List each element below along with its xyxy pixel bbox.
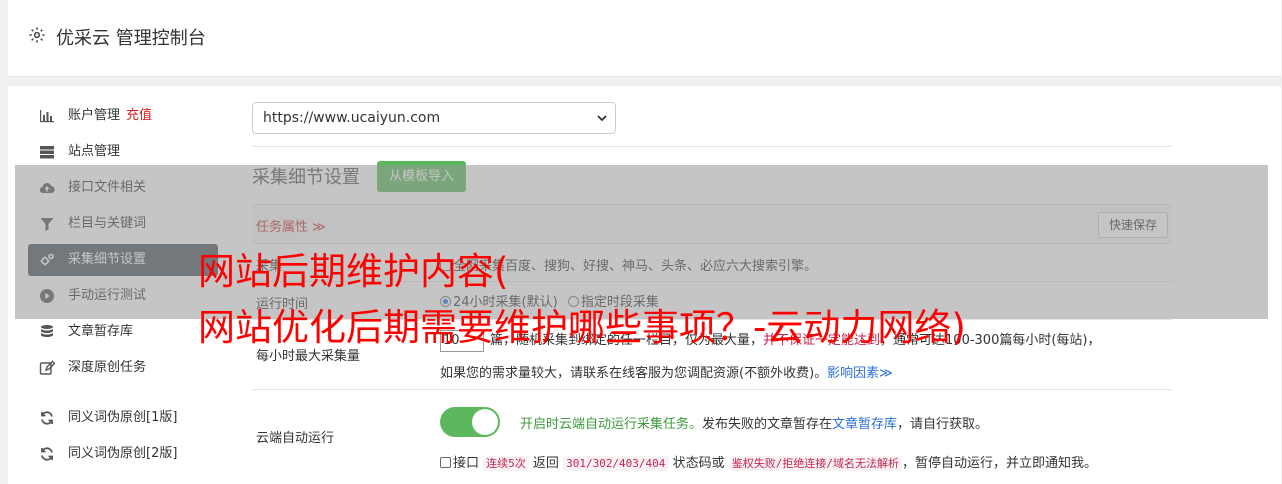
sidebar-item-label: 采集细节设置 <box>68 252 147 267</box>
database-icon <box>41 325 53 337</box>
sidebar-item-label: 账户管理 <box>68 108 121 123</box>
sidebar-item-synonym-v2[interactable]: 同义词伪原创[2版] <box>28 438 218 470</box>
sidebar-item-manual-test[interactable]: 手动运行测试 <box>28 280 218 312</box>
task-properties-toggle[interactable]: 任务属性 ≫ <box>256 216 326 235</box>
sidebar-item-collect-settings[interactable]: 采集细节设置 <box>28 244 218 276</box>
sidebar-item-synonym-v1[interactable]: 同义词伪原创[1版] <box>28 402 218 434</box>
sidebar-item-interface-files[interactable]: 接口文件相关 <box>28 172 218 204</box>
sidebar-item-label: 手动运行测试 <box>68 288 147 303</box>
recharge-link[interactable]: 充值 <box>126 108 152 123</box>
sidebar-item-label: 同义词伪原创[1版] <box>68 410 178 425</box>
row-label: 云端自动运行 <box>256 431 335 446</box>
sidebar-item-label: 文章暂存库 <box>68 324 134 339</box>
gear-icon <box>29 27 45 43</box>
chevron-down-icon: ≫ <box>879 366 893 381</box>
chevron-down-icon <box>597 115 607 122</box>
sidebar-item-sites[interactable]: 站点管理 <box>28 136 218 168</box>
sidebar: 账户管理 充值 站点管理 接口文件相关 栏目与关键词 采集细节设置 手动运行测试… <box>28 100 218 474</box>
cloud-upload-icon <box>39 183 55 194</box>
section-title: 采集细节设置 <box>252 167 360 188</box>
sidebar-item-article-storage[interactable]: 文章暂存库 <box>28 316 218 348</box>
filter-icon <box>40 218 54 231</box>
sidebar-item-label: 深度原创任务 <box>68 360 147 375</box>
import-template-button[interactable]: 从模板导入 <box>377 161 467 192</box>
row-cloud-auto-run: 云端自动运行 开启时云端自动运行采集任务。发布失败的文章暂存在文章暂存库，请自行… <box>252 389 1172 484</box>
play-icon <box>40 289 54 303</box>
influence-factors-link[interactable]: 影响因素 <box>827 366 879 381</box>
row-value: 开启时云端自动运行采集任务。发布失败的文章暂存在文章暂存库，请自行获取。 <box>520 417 989 432</box>
cogs-icon <box>40 253 54 266</box>
refresh-icon <box>41 411 53 425</box>
row-value-line2: 如果您的需求量较大，请联系在线客服为您调配资源(不额外收费)。影响因素≫ <box>440 366 893 381</box>
site-url-select[interactable]: https://www.ucaiyun.com <box>252 102 616 134</box>
sidebar-separator <box>28 388 218 402</box>
sidebar-item-label: 栏目与关键词 <box>68 216 147 231</box>
app-header: 优采云 管理控制台 <box>8 0 1281 77</box>
bar-chart-icon <box>40 110 54 123</box>
row-value-line2: 接口 连续5次 返回 301/302/403/404 状态码或 鉴权失败/拒绝连… <box>440 452 1097 471</box>
edit-icon <box>39 360 55 375</box>
sidebar-item-deep-original[interactable]: 深度原创任务 <box>28 352 218 384</box>
sidebar-item-columns-keywords[interactable]: 栏目与关键词 <box>28 208 218 240</box>
article-storage-link[interactable]: 文章暂存库 <box>832 417 897 432</box>
overlay-title: 网站后期维护内容( 网站优化后期需要维护哪些事项？-云动力网络) <box>198 250 966 349</box>
divider <box>252 146 1172 147</box>
app-title: 优采云 管理控制台 <box>56 28 206 49</box>
auto-pause-checkbox[interactable] <box>440 457 451 468</box>
quick-save-button[interactable]: 快速保存 <box>1097 212 1168 238</box>
sidebar-item-account[interactable]: 账户管理 充值 <box>28 100 218 132</box>
cloud-auto-run-toggle[interactable] <box>440 407 500 437</box>
server-icon <box>40 146 54 159</box>
toggle-knob <box>472 409 498 435</box>
site-url-value: https://www.ucaiyun.com <box>263 110 441 126</box>
task-properties-bar: 任务属性 ≫ 快速保存 <box>252 204 1172 244</box>
sidebar-item-label: 同义词伪原创[2版] <box>68 446 178 461</box>
sidebar-item-label: 接口文件相关 <box>68 180 147 195</box>
refresh-icon <box>41 447 53 461</box>
sidebar-item-label: 站点管理 <box>68 144 121 159</box>
